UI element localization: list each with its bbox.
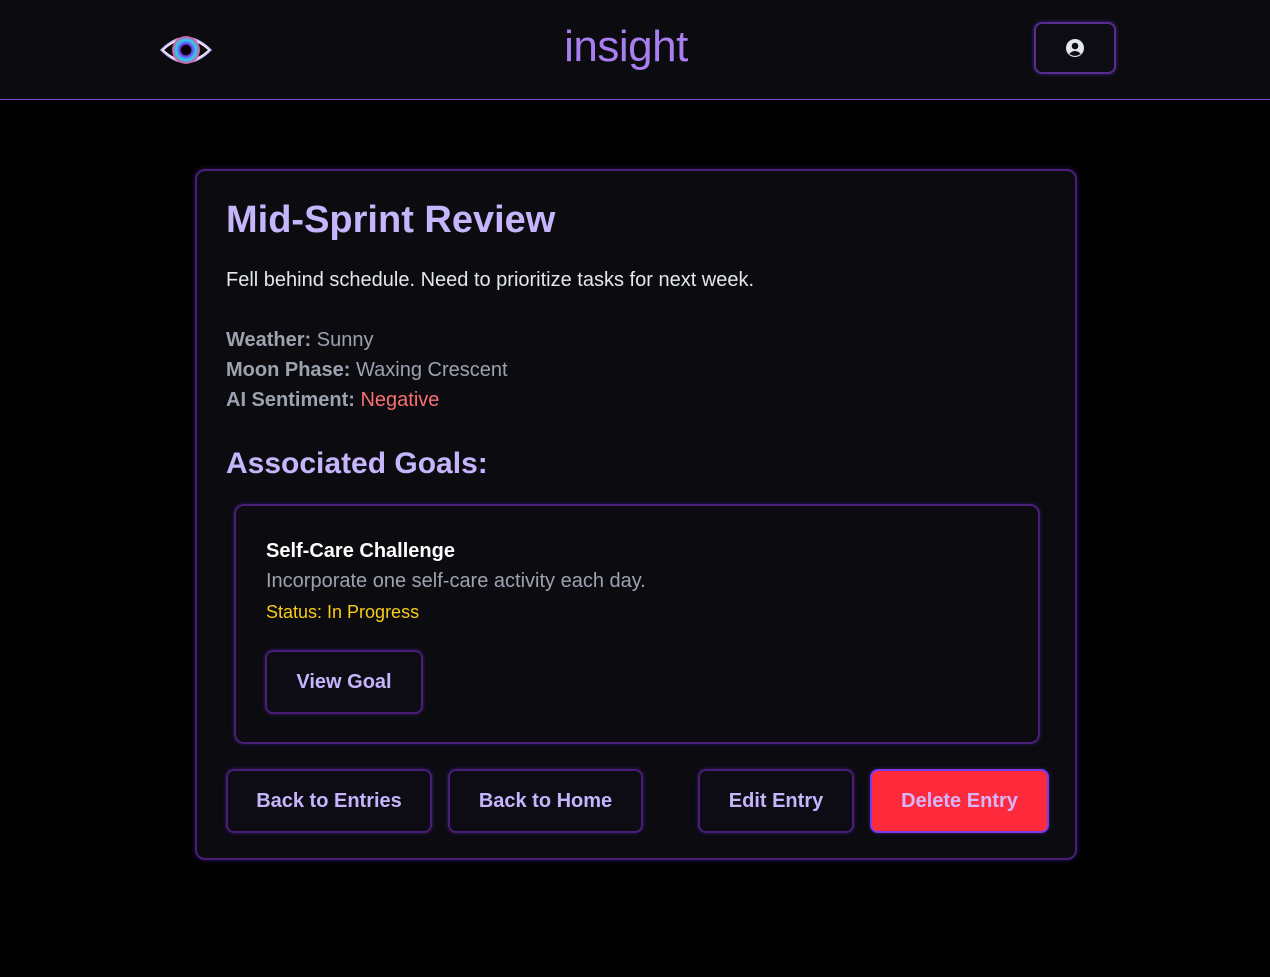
delete-entry-button[interactable]: Delete Entry — [870, 769, 1049, 833]
sentiment-row: AI Sentiment: Negative — [226, 389, 439, 412]
back-to-entries-button[interactable]: Back to Entries — [226, 769, 432, 833]
edit-entry-button[interactable]: Edit Entry — [698, 769, 854, 833]
view-goal-button[interactable]: View Goal — [265, 650, 423, 714]
entry-body: Fell behind schedule. Need to prioritize… — [226, 269, 755, 291]
profile-button[interactable] — [1034, 22, 1116, 74]
weather-row: Weather: Sunny — [226, 329, 374, 352]
weather-value: Sunny — [316, 329, 374, 351]
entry-title: Mid-Sprint Review — [226, 199, 556, 241]
goal-description: Incorporate one self-care activity each … — [266, 570, 646, 592]
goal-title: Self-Care Challenge — [266, 540, 455, 562]
moon-phase-value: Waxing Crescent — [356, 359, 508, 381]
goal-status: Status: In Progress — [266, 602, 420, 622]
associated-goals-heading: Associated Goals: — [226, 447, 488, 480]
moon-phase-row: Moon Phase: Waxing Crescent — [226, 359, 508, 382]
entry-card: Mid-Sprint Review Fell behind schedule. … — [195, 169, 1077, 860]
back-to-home-button[interactable]: Back to Home — [448, 769, 643, 833]
sentiment-value: Negative — [360, 389, 440, 411]
goal-card: Self-Care Challenge Incorporate one self… — [234, 504, 1040, 744]
top-nav-bar: insight — [0, 0, 1270, 100]
weather-label: Weather: — [226, 329, 312, 351]
sentiment-label: AI Sentiment: — [226, 389, 355, 411]
user-circle-icon — [1066, 39, 1084, 57]
moon-phase-label: Moon Phase: — [226, 359, 351, 381]
